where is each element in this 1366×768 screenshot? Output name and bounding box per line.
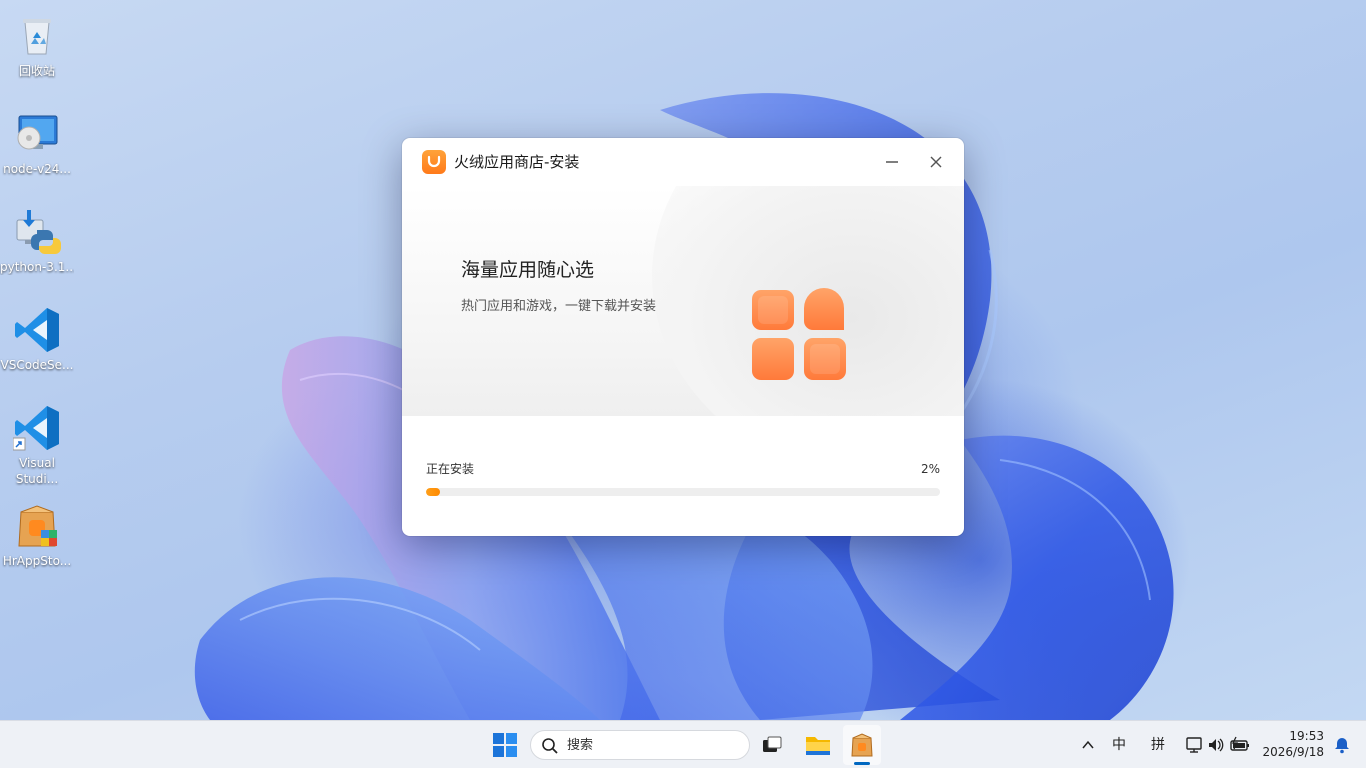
running-app-indicator [854, 762, 870, 765]
vscode-shortcut-icon [12, 404, 61, 452]
hero-banner: 海量应用随心选 热门应用和游戏，一键下载并安装 [402, 186, 964, 416]
installer-window: 火绒应用商店-安装 海量应用随心选 热门应用和游戏，一键下载并安装 正在安装 2… [402, 138, 964, 536]
close-icon [930, 156, 942, 168]
desktop-icon-label: Visual Studi... [15, 456, 59, 486]
clock-date[interactable]: 2026/9/18 [1262, 745, 1324, 760]
recycle-bin-icon [13, 12, 61, 60]
desktop-icon-label: HrAppSto... [2, 554, 72, 568]
start-button[interactable] [489, 729, 521, 761]
hero-subtitle: 热门应用和游戏，一键下载并安装 [461, 299, 657, 314]
show-hidden-icons-button[interactable] [1072, 729, 1104, 761]
ime-mode-indicator[interactable]: 拼 [1151, 736, 1165, 754]
hrappstore-icon [13, 502, 61, 550]
desktop-icon-node[interactable]: node-v24... [0, 102, 74, 192]
bell-icon [1335, 738, 1349, 754]
minimize-button[interactable] [880, 150, 904, 174]
install-progress-fill [426, 488, 440, 496]
node-installer-icon [13, 110, 61, 158]
quick-settings-button[interactable] [1180, 729, 1254, 761]
vscode-icon [13, 306, 61, 354]
windows-logo-icon [493, 733, 517, 757]
title-bar[interactable]: 火绒应用商店-安装 [402, 138, 964, 186]
minimize-icon [886, 161, 898, 163]
install-percent-text: 2% [920, 462, 940, 476]
chevron-up-icon [1082, 740, 1094, 749]
battery-icon [1230, 736, 1249, 751]
hero-title: 海量应用随心选 [461, 259, 595, 281]
notifications-button[interactable] [1326, 729, 1358, 761]
python-installer-icon [13, 208, 61, 256]
desktop-icon-label: python-3.1... [0, 260, 74, 274]
ime-language-indicator[interactable]: 中 [1112, 736, 1126, 754]
desktop-icon-label: VSCodeSe... [0, 358, 74, 372]
desktop-icon-hrappstore[interactable]: HrAppSto... [0, 494, 74, 584]
install-status-text: 正在安装 [426, 462, 475, 476]
desktop-icon-recycle-bin[interactable]: 回收站 [0, 4, 74, 94]
folder-icon [806, 737, 830, 755]
task-view-icon [763, 736, 782, 752]
hrappstore-taskbar-button[interactable] [846, 729, 878, 761]
desktop-icon-vscode-setup[interactable]: VSCodeSe... [0, 298, 74, 388]
volume-icon [1209, 738, 1224, 752]
hrappstore-taskbar-icon [851, 733, 873, 757]
app-logo-icon [422, 150, 446, 174]
install-progress-bar [426, 488, 940, 496]
clock-time[interactable]: 19:53 [1262, 729, 1324, 744]
window-title: 火绒应用商店-安装 [454, 153, 580, 171]
task-view-button[interactable] [756, 729, 788, 761]
taskbar: 搜索 中 拼 19:53 2026/9/18 [0, 720, 1366, 768]
desktop-icon-label: 回收站 [18, 64, 55, 78]
network-icon [1186, 737, 1202, 753]
desktop-icon-python[interactable]: python-3.1... [0, 200, 74, 290]
search-placeholder: 搜索 [567, 738, 594, 753]
app-store-logo-icon [750, 288, 850, 388]
taskbar-search-box[interactable]: 搜索 [530, 730, 750, 760]
desktop-icon-label: node-v24... [3, 162, 71, 176]
file-explorer-button[interactable] [802, 729, 834, 761]
search-icon [542, 738, 558, 754]
desktop-icon-visual-studio-code[interactable]: Visual Studi... [0, 396, 74, 486]
close-button[interactable] [924, 150, 948, 174]
